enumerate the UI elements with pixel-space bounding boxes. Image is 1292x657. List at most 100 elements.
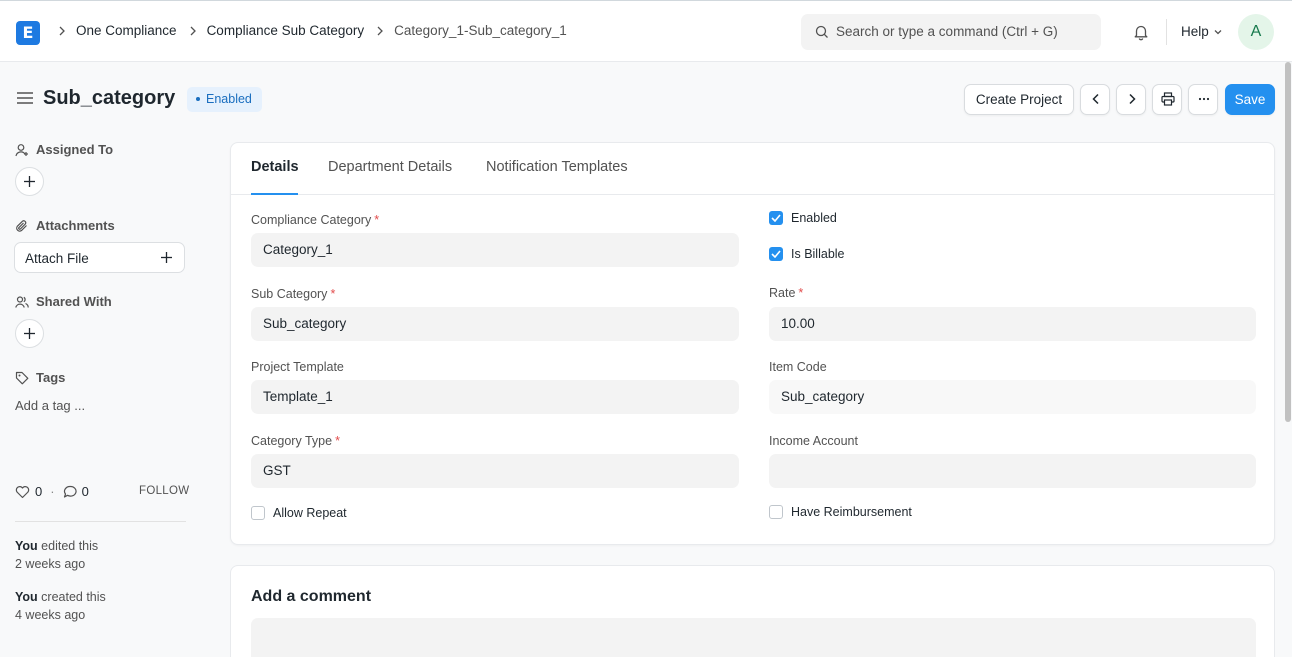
active-tab-indicator bbox=[251, 193, 298, 195]
add-share-button[interactable] bbox=[15, 319, 44, 348]
tags-label: Tags bbox=[36, 370, 66, 385]
ellipsis-icon bbox=[1198, 97, 1210, 101]
follow-button[interactable]: FOLLOW bbox=[139, 485, 189, 497]
activity-actor: You bbox=[15, 539, 38, 553]
activity-time: 2 weeks ago bbox=[15, 557, 86, 571]
users-icon bbox=[15, 295, 29, 308]
sub-category-field[interactable]: Sub_category bbox=[251, 307, 739, 341]
next-record-button[interactable] bbox=[1116, 84, 1146, 115]
search-placeholder: Search or type a command (Ctrl + G) bbox=[836, 24, 1058, 39]
chevron-right-icon bbox=[1129, 93, 1136, 105]
project-template-label: Project Template bbox=[251, 360, 344, 374]
page-scrollbar[interactable] bbox=[1284, 62, 1292, 422]
sidebar-divider bbox=[15, 521, 186, 522]
activity-time: 4 weeks ago bbox=[15, 608, 86, 622]
top-navbar: E One Compliance Compliance Sub Category… bbox=[0, 0, 1292, 62]
status-badge-label: Enabled bbox=[206, 92, 252, 106]
page-title: Sub_category bbox=[43, 87, 176, 109]
plus-icon bbox=[24, 328, 35, 339]
create-project-button[interactable]: Create Project bbox=[964, 84, 1074, 115]
add-assignee-button[interactable] bbox=[15, 167, 44, 196]
activity-item: You created this 4 weeks ago bbox=[15, 588, 106, 624]
rate-label: Rate * bbox=[769, 286, 804, 300]
assigned-to-label: Assigned To bbox=[36, 142, 114, 157]
comment-title: Add a comment bbox=[251, 588, 372, 605]
plus-icon bbox=[24, 176, 35, 187]
save-button[interactable]: Save bbox=[1225, 84, 1275, 115]
status-dot-icon bbox=[196, 96, 200, 101]
page-header: Sub_category Enabled Create Project Save bbox=[0, 62, 1292, 134]
income-account-field[interactable] bbox=[769, 454, 1256, 488]
checkbox-checked-icon[interactable] bbox=[769, 211, 783, 225]
attach-file-button[interactable]: Attach File bbox=[14, 242, 185, 273]
compliance-category-field[interactable]: Category_1 bbox=[251, 233, 739, 267]
tab-notification-templates[interactable]: Notification Templates bbox=[486, 159, 628, 175]
item-code-label: Item Code bbox=[769, 360, 827, 374]
tag-icon bbox=[15, 371, 29, 384]
print-button[interactable] bbox=[1152, 84, 1182, 115]
shared-with-section: Shared With bbox=[15, 294, 112, 309]
checkbox-checked-icon[interactable] bbox=[769, 247, 783, 261]
form-card: Details Department Details Notification … bbox=[230, 142, 1275, 545]
tab-department-details[interactable]: Department Details bbox=[328, 159, 452, 175]
separator-dot: · bbox=[50, 484, 55, 499]
attach-file-label: Attach File bbox=[25, 251, 89, 266]
enabled-checkbox[interactable]: Enabled bbox=[769, 211, 837, 225]
notification-bell-icon[interactable] bbox=[1132, 23, 1150, 41]
activity-action: edited this bbox=[37, 539, 99, 553]
activity-item: You edited this 2 weeks ago bbox=[15, 537, 98, 573]
user-avatar[interactable]: A bbox=[1238, 14, 1274, 50]
app-logo[interactable]: E bbox=[16, 21, 40, 45]
navbar-divider bbox=[1166, 19, 1167, 45]
chevron-right-icon bbox=[59, 26, 65, 35]
plus-icon bbox=[161, 252, 172, 263]
help-label: Help bbox=[1181, 24, 1209, 39]
have-reimbursement-checkbox[interactable]: Have Reimbursement bbox=[769, 505, 912, 519]
category-type-field[interactable]: GST bbox=[251, 454, 739, 488]
add-tag-link[interactable]: Add a tag ... bbox=[15, 398, 85, 413]
help-menu[interactable]: Help bbox=[1181, 24, 1223, 39]
is-billable-label: Is Billable bbox=[791, 247, 845, 261]
breadcrumb-item[interactable]: Compliance Sub Category bbox=[207, 23, 365, 38]
attachments-section: Attachments bbox=[15, 218, 115, 233]
checkbox-unchecked-icon[interactable] bbox=[251, 506, 265, 520]
chevron-left-icon bbox=[1092, 93, 1099, 105]
comment-icon[interactable] bbox=[63, 485, 78, 499]
chevron-right-icon bbox=[190, 26, 196, 35]
sub-category-label: Sub Category * bbox=[251, 287, 336, 301]
activity-action: created this bbox=[37, 590, 106, 604]
tab-details[interactable]: Details bbox=[251, 159, 299, 175]
breadcrumb-item[interactable]: One Compliance bbox=[76, 23, 177, 38]
tags-section: Tags bbox=[15, 370, 65, 385]
checkbox-unchecked-icon[interactable] bbox=[769, 505, 783, 519]
status-badge: Enabled bbox=[187, 87, 262, 112]
rate-field[interactable]: 10.00 bbox=[769, 307, 1256, 341]
project-template-field[interactable]: Template_1 bbox=[251, 380, 739, 414]
attachments-label: Attachments bbox=[36, 218, 115, 233]
compliance-category-label: Compliance Category * bbox=[251, 213, 380, 227]
comment-input[interactable] bbox=[251, 618, 1256, 657]
is-billable-checkbox[interactable]: Is Billable bbox=[769, 247, 845, 261]
likes-comments-summary: 0 · 0 bbox=[15, 484, 89, 499]
chevron-down-icon bbox=[1214, 29, 1222, 34]
hamburger-menu-icon[interactable] bbox=[17, 92, 33, 104]
previous-record-button[interactable] bbox=[1080, 84, 1110, 115]
have-reimbursement-label: Have Reimbursement bbox=[791, 505, 912, 519]
breadcrumb-item-current[interactable]: Category_1-Sub_category_1 bbox=[394, 23, 567, 38]
printer-icon bbox=[1161, 92, 1175, 106]
item-code-field[interactable]: Sub_category bbox=[769, 380, 1256, 414]
paperclip-icon bbox=[16, 219, 27, 232]
allow-repeat-checkbox[interactable]: Allow Repeat bbox=[251, 506, 347, 520]
scrollbar-thumb[interactable] bbox=[1285, 62, 1291, 422]
allow-repeat-label: Allow Repeat bbox=[273, 506, 347, 520]
search-icon bbox=[815, 25, 828, 38]
user-plus-icon bbox=[15, 143, 28, 156]
form-tabs: Details Department Details Notification … bbox=[231, 143, 1274, 195]
breadcrumb: One Compliance Compliance Sub Category C… bbox=[50, 23, 567, 38]
shared-with-label: Shared With bbox=[36, 294, 112, 309]
heart-icon[interactable] bbox=[15, 485, 30, 499]
search-bar[interactable]: Search or type a command (Ctrl + G) bbox=[801, 14, 1101, 50]
likes-count: 0 bbox=[35, 484, 43, 499]
more-actions-button[interactable] bbox=[1188, 84, 1218, 115]
activity-actor: You bbox=[15, 590, 38, 604]
